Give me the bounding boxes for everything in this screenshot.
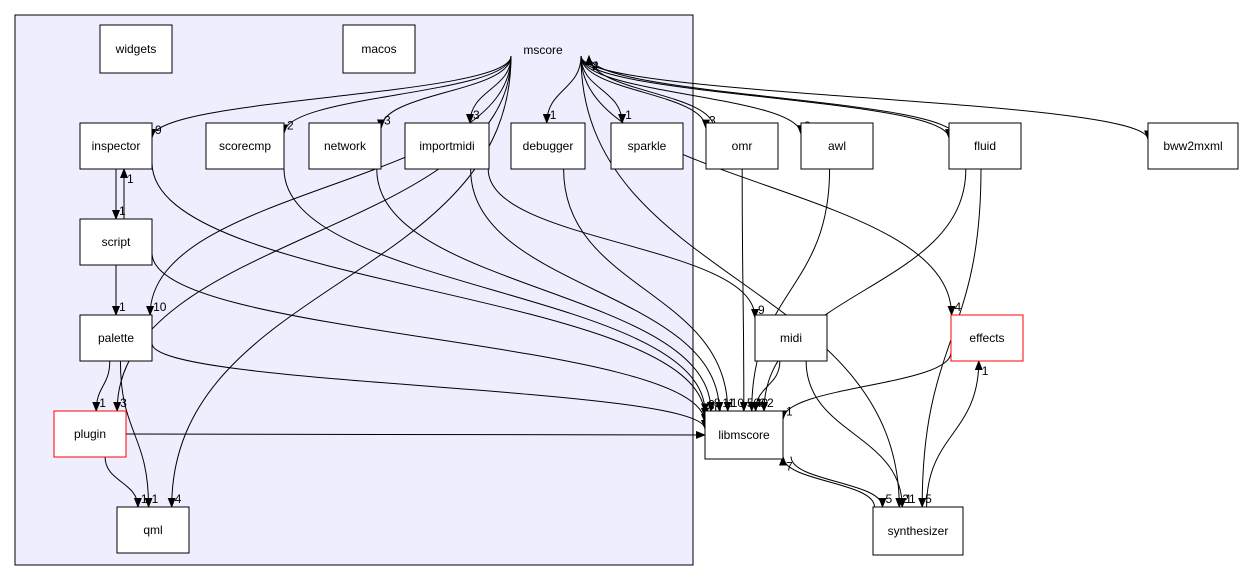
edge-midi-to-synthesizer: 1 <box>805 360 912 508</box>
directory-dependency-graph: mscore 923311381310344212411111164202262… <box>14 14 1239 566</box>
node-label: script <box>102 235 131 249</box>
edge-label: 1 <box>786 404 793 418</box>
edge-line <box>779 455 875 508</box>
edge-label: 8 <box>714 396 721 410</box>
edge-line <box>760 168 967 412</box>
node-label: macos <box>361 42 396 56</box>
edge-line <box>926 360 983 508</box>
edge-awl-to-libmscore: 40 <box>747 168 831 412</box>
mscore-cluster <box>14 14 694 566</box>
edge-fluid-to-libmscore: 2 <box>760 168 967 412</box>
edge-label: 1 <box>550 108 557 122</box>
node-label: omr <box>732 139 753 153</box>
node-bww2mxml[interactable]: bww2mxml <box>1147 122 1239 170</box>
node-label: widgets <box>115 42 157 56</box>
node-label: sparkle <box>628 139 667 153</box>
node-debugger[interactable]: debugger <box>510 122 586 170</box>
edge-label: 1 <box>905 492 912 506</box>
node-label: inspector <box>92 139 141 153</box>
edge-label: 9 <box>155 123 162 137</box>
edge-label: 1 <box>982 364 989 378</box>
edge-line <box>747 168 831 412</box>
edge-label: 3 <box>384 114 391 128</box>
edge-label: 1 <box>99 396 106 410</box>
node-label: qml <box>143 523 162 537</box>
edge-label: 1 <box>119 204 126 218</box>
edge-label: 10 <box>153 300 167 314</box>
node-libmscore[interactable]: libmscore <box>704 410 784 460</box>
node-label: palette <box>98 331 134 345</box>
edge-label: 1 <box>141 492 148 506</box>
node-label: synthesizer <box>888 524 949 538</box>
node-label: bww2mxml <box>1163 139 1222 153</box>
node-qml[interactable]: qml <box>116 506 190 554</box>
edge-line <box>779 352 952 421</box>
node-label: scorecmp <box>219 139 271 153</box>
edge-label: 2 <box>287 118 294 132</box>
node-palette[interactable]: palette <box>79 314 153 362</box>
node-sparkle[interactable]: sparkle <box>610 122 684 170</box>
node-label: network <box>324 139 367 153</box>
node-label: plugin <box>74 427 106 441</box>
cluster-label-mscore[interactable]: mscore <box>523 43 563 57</box>
edge-libmscore-to-synthesizer: 5 <box>790 456 893 508</box>
node-inspector[interactable]: inspector <box>79 122 153 170</box>
edge-label: 10 <box>731 396 745 410</box>
node-scorecmp[interactable]: scorecmp <box>205 122 285 170</box>
edge-label: 1 <box>152 492 159 506</box>
edge-effects-to-libmscore: 1 <box>779 352 952 421</box>
node-midi[interactable]: midi <box>754 314 828 362</box>
edge-line <box>739 168 748 412</box>
node-synthesizer[interactable]: synthesizer <box>872 506 964 556</box>
node-label: midi <box>780 331 802 345</box>
edge-label: 1 <box>625 108 632 122</box>
node-label: libmscore <box>718 428 770 442</box>
node-label: fluid <box>974 139 996 153</box>
edge-label: 1 <box>119 300 126 314</box>
node-widgets[interactable]: widgets <box>99 24 173 74</box>
edge-label: 1 <box>127 172 134 186</box>
edge-line <box>805 360 907 508</box>
node-awl[interactable]: awl <box>800 122 874 170</box>
node-plugin[interactable]: plugin <box>53 410 127 458</box>
node-omr[interactable]: omr <box>705 122 779 170</box>
edge-label: 4 <box>175 492 182 506</box>
node-label: awl <box>828 139 846 153</box>
edge-label: 4 <box>592 59 599 73</box>
node-importmidi[interactable]: importmidi <box>404 122 490 170</box>
edge-synthesizer-to-libmscore: 7 <box>779 455 875 508</box>
node-fluid[interactable]: fluid <box>948 122 1022 170</box>
edge-label: 2 <box>767 396 774 410</box>
node-label: effects <box>969 331 1004 345</box>
node-macos[interactable]: macos <box>342 24 416 74</box>
edge-synthesizer-to-effects: 1 <box>926 360 989 508</box>
edge-label: 5 <box>886 492 893 506</box>
node-label: importmidi <box>419 139 474 153</box>
edge-line <box>790 456 887 508</box>
node-label: debugger <box>523 139 574 153</box>
node-network[interactable]: network <box>308 122 382 170</box>
node-effects[interactable]: effects <box>950 314 1024 362</box>
node-script[interactable]: script <box>79 218 153 266</box>
